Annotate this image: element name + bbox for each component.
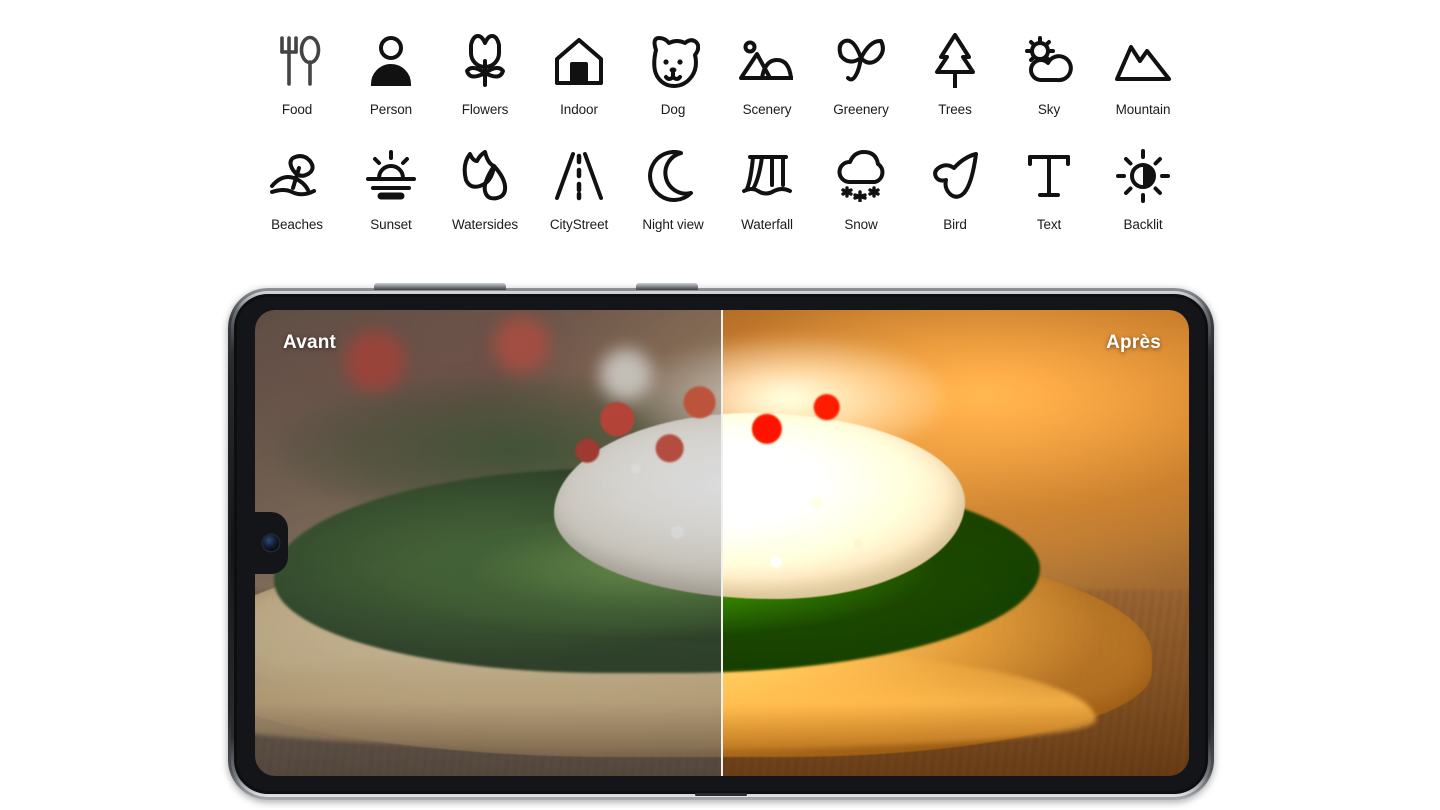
scene-item-backlit[interactable]: Backlit [1096,140,1190,232]
food-photo-after [722,310,1189,776]
scene-item-label: Watersides [451,217,519,232]
scene-item-label: Person [369,102,413,117]
power-button[interactable] [636,283,698,290]
camera-notch [255,512,288,574]
waterside-waves-icon [449,140,521,212]
scene-item-person[interactable]: Person [344,25,438,117]
scene-item-citystreet[interactable]: CityStreet [532,140,626,232]
scene-item-label: Indoor [560,102,598,117]
scene-item-trees[interactable]: Trees [908,25,1002,117]
letter-t-icon [1013,140,1085,212]
scene-optimizer-grid: Food Person Flowers Indoor Dog Scenery G… [250,2,1190,232]
before-after-photo: Avant Après [255,310,1189,776]
tulip-icon [449,25,521,97]
scene-item-label: Dog [660,102,686,117]
scene-item-label: Night view [642,217,704,232]
scene-item-sunset[interactable]: Sunset [344,140,438,232]
scene-item-label: Trees [938,102,972,117]
phone-screen[interactable]: Avant Après [255,310,1189,776]
pine-tree-icon [919,25,991,97]
bird-icon [919,140,991,212]
scene-item-scenery[interactable]: Scenery [720,25,814,117]
scene-item-bird[interactable]: Bird [908,140,1002,232]
scene-item-label: Sunset [370,217,412,232]
front-camera-icon [263,535,279,551]
scene-item-label: Snow [844,217,878,232]
food-photo-before [255,310,722,776]
scene-item-label: Flowers [461,102,509,117]
scene-item-beaches[interactable]: Beaches [250,140,344,232]
dog-icon [637,25,709,97]
scene-item-label: Bird [943,217,967,232]
crescent-moon-icon [637,140,709,212]
fork-spoon-icon [261,25,333,97]
scene-item-indoor[interactable]: Indoor [532,25,626,117]
backlit-sun-icon [1107,140,1179,212]
speaker-port [695,793,747,796]
beach-umbrella-icon [261,140,333,212]
sun-cloud-icon [1013,25,1085,97]
volume-button[interactable] [374,283,506,290]
cloud-snow-icon [825,140,897,212]
scene-item-label: Sky [1037,102,1061,117]
mountain-peaks-icon [1107,25,1179,97]
scene-icon-row-1: Food Person Flowers Indoor Dog Scenery G… [250,2,1190,117]
before-after-divider[interactable] [721,310,723,776]
caption-after: Après [1106,332,1161,353]
scene-item-sky[interactable]: Sky [1002,25,1096,117]
scene-item-watersides[interactable]: Watersides [438,140,532,232]
photo-half-after [722,310,1189,776]
scene-icon-row-2: Beaches Sunset Watersides CityStreet Nig… [250,117,1190,232]
sprout-leaves-icon [825,25,897,97]
landscape-photo-icon [731,25,803,97]
road-icon [543,140,615,212]
sunset-icon [355,140,427,212]
scene-item-label: Text [1036,217,1062,232]
person-icon [355,25,427,97]
waterfall-icon [731,140,803,212]
scene-item-night-view[interactable]: Night view [626,140,720,232]
scene-item-flowers[interactable]: Flowers [438,25,532,117]
scene-item-label: CityStreet [549,217,609,232]
scene-item-label: Beaches [271,217,323,232]
phone-mockup: Avant Après [228,283,1214,800]
scene-item-mountain[interactable]: Mountain [1096,25,1190,117]
scene-item-label: Scenery [742,102,792,117]
scene-item-label: Mountain [1115,102,1171,117]
scene-item-dog[interactable]: Dog [626,25,720,117]
scene-item-label: Food [281,102,313,117]
scene-item-greenery[interactable]: Greenery [814,25,908,117]
caption-before: Avant [283,332,337,353]
scene-item-label: Greenery [833,102,889,117]
scene-item-label: Backlit [1123,217,1163,232]
scene-item-waterfall[interactable]: Waterfall [720,140,814,232]
photo-half-before [255,310,722,776]
scene-item-snow[interactable]: Snow [814,140,908,232]
scene-item-text[interactable]: Text [1002,140,1096,232]
scene-item-food[interactable]: Food [250,25,344,117]
scene-item-label: Waterfall [741,217,793,232]
house-icon [543,25,615,97]
